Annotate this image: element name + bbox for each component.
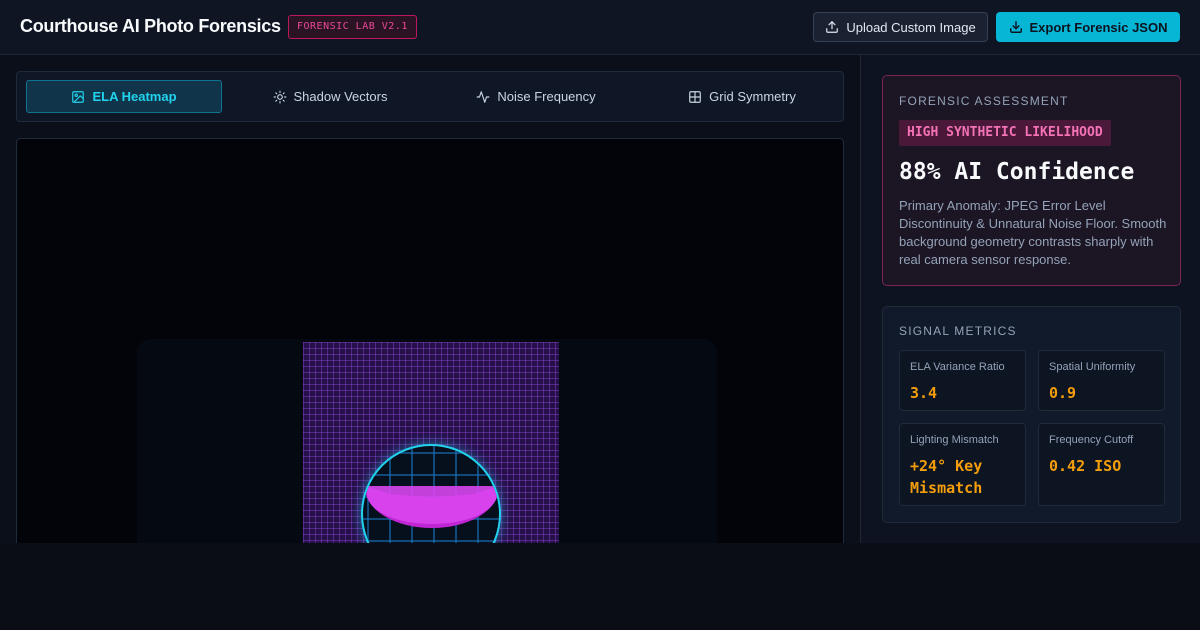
tab-label: Shadow Vectors <box>293 89 388 104</box>
anomaly-description: Primary Anomaly: JPEG Error Level Discon… <box>899 198 1167 267</box>
metric-value: +24° Key Mismatch <box>910 457 983 497</box>
upload-image-button[interactable]: Upload Custom Image <box>813 12 988 42</box>
results-sidebar: FORENSIC ASSESSMENT HIGH SYNTHETIC LIKEL… <box>860 55 1200 543</box>
download-icon <box>1009 21 1022 33</box>
sun-icon <box>273 90 286 103</box>
export-json-label: Export Forensic JSON <box>1029 19 1168 35</box>
page-background <box>0 543 1200 630</box>
app-window: Courthouse AI Photo Forensics FORENSIC L… <box>0 0 1200 543</box>
analysis-tabs: ELA Heatmap Shadow Vectors Noise Frequen… <box>16 71 844 122</box>
metric-name: Frequency Cutoff <box>1049 434 1134 446</box>
tab-ela-heatmap[interactable]: ELA Heatmap <box>26 80 222 113</box>
confidence-score: 88% AI Confidence <box>899 159 1135 185</box>
likelihood-badge: HIGH SYNTHETIC LIKELIHOOD <box>899 120 1111 146</box>
tab-label: ELA Heatmap <box>92 89 177 104</box>
metric-lighting-mismatch: Lighting Mismatch +24° Key Mismatch <box>899 423 1026 506</box>
image-viewer[interactable] <box>16 138 844 543</box>
tab-noise-frequency[interactable]: Noise Frequency <box>438 80 634 113</box>
upload-icon <box>826 21 839 33</box>
app-title: Courthouse AI Photo Forensics <box>20 16 281 36</box>
metric-frequency-cutoff: Frequency Cutoff 0.42 ISO <box>1038 423 1165 506</box>
metric-name: Spatial Uniformity <box>1049 361 1136 373</box>
metric-value: 3.4 <box>910 384 938 402</box>
grid-icon <box>689 90 701 103</box>
metrics-section-label: SIGNAL METRICS <box>899 324 1017 338</box>
metric-name: Lighting Mismatch <box>910 434 999 446</box>
tab-shadow-vectors[interactable]: Shadow Vectors <box>232 80 428 113</box>
activity-icon <box>476 90 490 103</box>
metric-name: ELA Variance Ratio <box>910 361 1005 373</box>
metric-value: 0.42 ISO <box>1049 457 1122 475</box>
assessment-section-label: FORENSIC ASSESSMENT <box>899 94 1069 108</box>
signal-metrics-card: SIGNAL METRICS ELA Variance Ratio 3.4 Sp… <box>882 306 1181 523</box>
tab-label: Grid Symmetry <box>709 89 796 104</box>
metric-spatial-uniformity: Spatial Uniformity 0.9 <box>1038 350 1165 411</box>
export-json-button[interactable]: Export Forensic JSON <box>996 12 1180 42</box>
version-badge: FORENSIC LAB V2.1 <box>288 15 417 39</box>
metric-value: 0.9 <box>1049 384 1077 402</box>
tab-grid-symmetry[interactable]: Grid Symmetry <box>644 80 840 113</box>
tab-label: Noise Frequency <box>497 89 596 104</box>
metric-ela-variance: ELA Variance Ratio 3.4 <box>899 350 1026 411</box>
image-icon <box>72 90 85 103</box>
header-bar: Courthouse AI Photo Forensics FORENSIC L… <box>0 0 1200 55</box>
anomaly-region-marker <box>361 444 501 543</box>
upload-image-label: Upload Custom Image <box>846 19 976 35</box>
forensic-assessment-card: FORENSIC ASSESSMENT HIGH SYNTHETIC LIKEL… <box>882 75 1181 286</box>
